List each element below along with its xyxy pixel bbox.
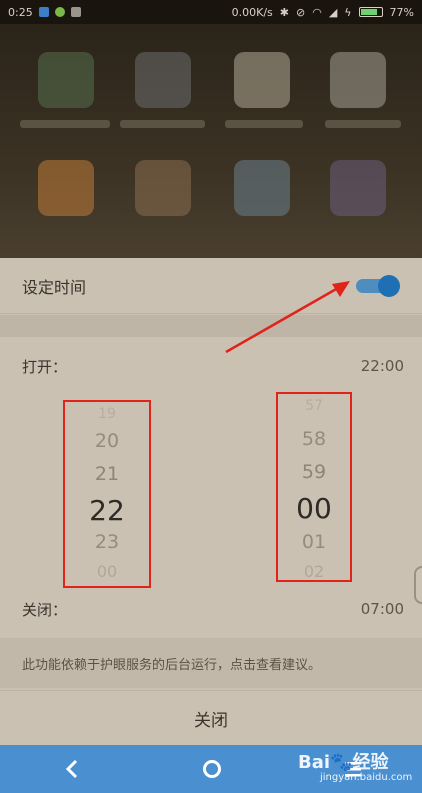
- app-icon: [38, 160, 94, 216]
- picker-item[interactable]: 59: [278, 461, 350, 483]
- app-icon: [234, 52, 290, 108]
- watermark-url: jingyan.baidu.com: [320, 772, 413, 783]
- floating-handle[interactable]: [414, 566, 422, 604]
- close-time-value: 07:00: [360, 600, 404, 618]
- picker-selected-item[interactable]: 22: [65, 494, 149, 527]
- open-time-value: 22:00: [360, 357, 404, 375]
- picker-item[interactable]: 21: [65, 463, 149, 485]
- annotation-arrow-icon: [225, 281, 350, 354]
- app-label: [20, 120, 110, 128]
- close-button[interactable]: 关闭: [0, 690, 422, 745]
- close-label: 关闭：: [22, 600, 68, 619]
- watermark-brand-2: 经验: [352, 752, 389, 773]
- picker-item[interactable]: 23: [65, 531, 149, 553]
- app-icon: [135, 160, 191, 216]
- picker-item[interactable]: 00: [65, 562, 149, 581]
- android-icon: [54, 7, 65, 17]
- toggle-thumb: [378, 274, 400, 297]
- app-icon: [38, 52, 94, 108]
- watermark-paw-icon: 🐾: [330, 752, 353, 773]
- bluetooth-icon: ✱: [279, 5, 289, 19]
- app-label: [325, 120, 401, 128]
- status-bar: 0:25 0.00K/s ✱ ⊘ ◠ ◢ ϟ 77%: [0, 0, 422, 24]
- status-time: 0:25: [8, 5, 33, 19]
- watermark-brand: Bai: [298, 752, 331, 773]
- signal-icon: ◢: [328, 5, 338, 19]
- network-speed: 0.00K/s: [231, 5, 273, 19]
- hour-picker[interactable]: 19 20 21 22 23 00: [63, 400, 151, 588]
- close-time-row[interactable]: 关闭： 07:00: [0, 593, 422, 625]
- picker-item[interactable]: 01: [278, 531, 350, 553]
- notification-icon: [70, 7, 81, 17]
- notification-app-icon: [38, 7, 49, 17]
- back-icon[interactable]: [62, 757, 82, 781]
- picker-item[interactable]: 58: [278, 428, 350, 450]
- app-icon: [330, 160, 386, 216]
- open-label: 打开：: [22, 357, 68, 376]
- minute-picker[interactable]: 57 58 59 00 01 02: [276, 392, 352, 582]
- picker-item[interactable]: 19: [65, 406, 149, 422]
- schedule-label: 设定时间: [22, 277, 87, 297]
- home-icon[interactable]: [203, 760, 221, 778]
- wifi-icon: ◠: [312, 5, 322, 19]
- picker-item[interactable]: 57: [278, 398, 350, 414]
- service-hint-text: 此功能依赖于护眼服务的后台运行，点击查看建议。: [22, 657, 322, 673]
- battery-icon: [358, 7, 383, 17]
- home-screen-background: [0, 24, 422, 258]
- picker-selected-item[interactable]: 00: [278, 492, 350, 525]
- app-label: [120, 120, 205, 128]
- schedule-toggle[interactable]: [354, 274, 400, 297]
- service-hint-row[interactable]: 此功能依赖于护眼服务的后台运行，点击查看建议。: [0, 638, 422, 688]
- watermark-logo: Bai🐾经验: [298, 748, 388, 774]
- picker-item[interactable]: 20: [65, 430, 149, 452]
- app-icon: [135, 52, 191, 108]
- alarm-off-icon: ⊘: [295, 5, 306, 19]
- app-icon: [234, 160, 290, 216]
- app-label: [225, 120, 303, 128]
- charging-icon: ϟ: [344, 5, 352, 19]
- picker-item[interactable]: 02: [278, 562, 350, 580]
- battery-percent: 77%: [389, 5, 414, 19]
- app-icon: [330, 52, 386, 108]
